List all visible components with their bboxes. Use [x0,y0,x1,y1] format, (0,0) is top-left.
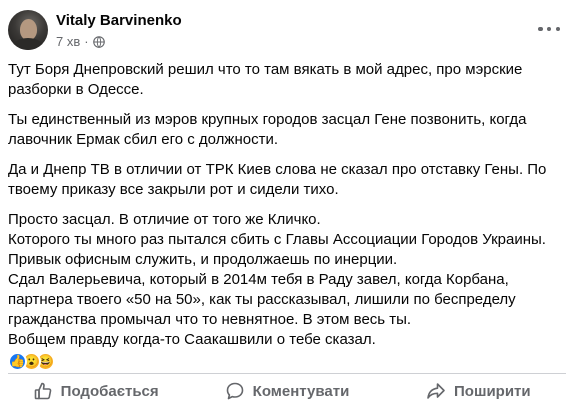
share-button-label: Поширити [454,382,531,400]
post-paragraph: Ты единственный из мэров крупных городов… [8,111,527,148]
post-line: Сдал Валерьевича, который в 2014м тебя в… [8,271,516,328]
share-icon [427,383,445,399]
post-line: Привык офисным служить, и продолжаешь по… [8,251,398,268]
like-reaction-icon: 👍 [8,351,27,371]
post-line: Просто засцал. В отличие от того же Клич… [8,211,321,228]
post-paragraph: Да и Днепр ТВ в отличии от ТРК Киев слов… [8,161,547,198]
avatar-face [20,19,37,40]
more-options-icon[interactable] [538,22,560,36]
author-name[interactable]: Vitaly Barvinenko [56,12,182,29]
share-button[interactable]: Поширити [383,374,574,408]
avatar-body [12,38,44,50]
post-meta: 7 хв · [56,34,105,49]
post-time[interactable]: 7 хв [56,34,80,49]
globe-icon[interactable] [92,35,105,48]
like-button[interactable]: Подобається [0,374,191,408]
post-line: Вобщем правду когда-то Саакашвили о тебе… [8,331,376,348]
reaction-summary[interactable]: 👍 😮 😆 [8,350,55,372]
post-header: Vitaly Barvinenko 7 хв · [0,0,574,62]
avatar[interactable] [8,10,48,50]
post-actions: Подобається Коментувати Поширити [0,374,574,408]
comment-button-label: Коментувати [252,382,350,400]
post-body: Тут Боря Днепровский решил что то там вя… [8,60,568,350]
comment-icon [226,382,243,400]
like-button-label: Подобається [60,382,159,400]
post-paragraph: Тут Боря Днепровский решил что то там вя… [8,61,523,98]
thumbs-up-icon [34,382,52,400]
comment-button[interactable]: Коментувати [191,374,382,408]
meta-separator: · [84,34,89,49]
post-line: Которого ты много раз пытался сбить с Гл… [8,231,546,248]
